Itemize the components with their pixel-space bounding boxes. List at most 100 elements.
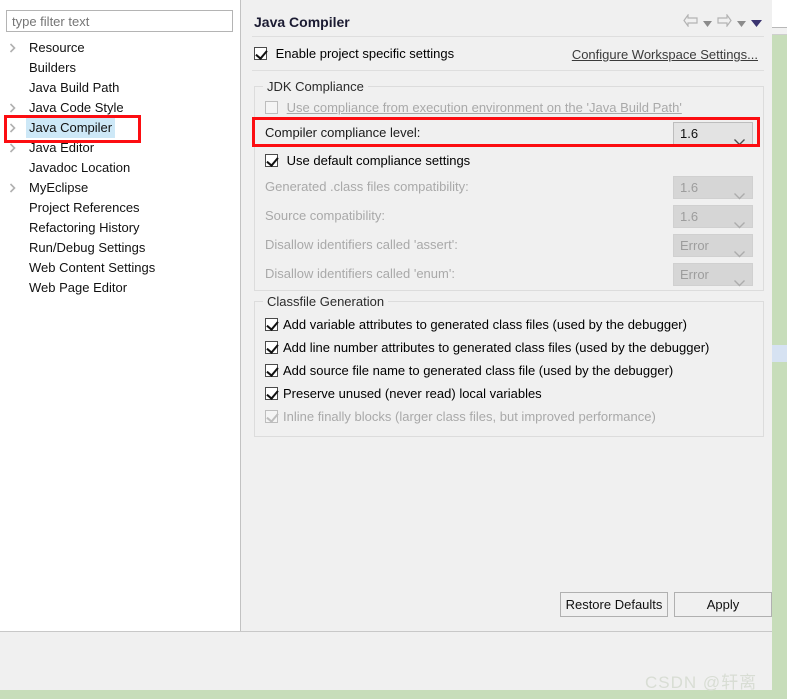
- jdk-detail-row: Source compatibility: 1.6: [265, 205, 753, 229]
- jdk-detail-row: Disallow identifiers called 'assert': Err…: [265, 234, 753, 258]
- jdk-detail-label: Disallow identifiers called 'assert':: [265, 237, 458, 252]
- back-dropdown-chevron-icon[interactable]: [703, 15, 712, 30]
- compiler-compliance-level-row: Compiler compliance level: 1.6: [265, 122, 753, 146]
- chevron-down-icon: [734, 131, 745, 152]
- classfile-option-label: Add source file name to generated class …: [283, 363, 674, 378]
- enable-row-divider: [252, 70, 764, 71]
- classfile-option-row: Add source file name to generated class …: [265, 361, 673, 380]
- java-build-path-link[interactable]: 'Java Build Path': [587, 100, 682, 115]
- enable-project-specific-row: Enable project specific settings Configu…: [254, 46, 764, 66]
- jdk-detail-combo[interactable]: Error: [673, 263, 753, 287]
- sidebar-item-label: Java Code Style: [29, 100, 124, 115]
- sidebar-item-myeclipse[interactable]: MyEclipse: [0, 178, 241, 198]
- jdk-detail-label: Generated .class files compatibility:: [265, 179, 469, 194]
- sidebar-item-javadoc-location[interactable]: Javadoc Location: [0, 158, 241, 178]
- jdk-compliance-group-title: JDK Compliance: [263, 79, 368, 94]
- watermark: CSDN @轩离: [645, 673, 758, 692]
- sidebar-item-label: Web Page Editor: [29, 280, 128, 295]
- configure-workspace-settings-link[interactable]: Configure Workspace Settings...: [572, 47, 758, 62]
- use-execution-environment-checkbox[interactable]: [265, 101, 278, 114]
- chevron-right-icon[interactable]: [9, 183, 17, 193]
- restore-defaults-button[interactable]: Restore Defaults: [560, 592, 668, 617]
- sidebar-item-label: MyEclipse: [29, 180, 89, 195]
- sidebar-item-label: Web Content Settings: [29, 260, 156, 275]
- sidebar-item-refactoring-history[interactable]: Refactoring History: [0, 218, 241, 238]
- sidebar-item-label: Javadoc Location: [29, 160, 131, 175]
- header-divider: [252, 36, 764, 37]
- jdk-detail-combo[interactable]: Error: [673, 234, 753, 258]
- page-title: Java Compiler: [254, 14, 350, 30]
- chevron-right-icon[interactable]: [9, 123, 17, 133]
- jdk-detail-value: Error: [680, 267, 709, 282]
- sidebar-item-label: Project References: [29, 200, 140, 215]
- page-menu-chevron-icon[interactable]: [751, 15, 762, 30]
- back-arrow-icon[interactable]: [683, 13, 698, 30]
- sidebar-item-project-references[interactable]: Project References: [0, 198, 241, 218]
- sidebar-item-run-debug-settings[interactable]: Run/Debug Settings: [0, 238, 241, 258]
- classfile-option-row: Add line number attributes to generated …: [265, 338, 709, 357]
- background-scrollbar-thumb[interactable]: [772, 345, 787, 362]
- sidebar-item-label: Resource: [29, 40, 85, 55]
- sidebar-item-java-editor[interactable]: Java Editor: [0, 138, 241, 158]
- jdk-detail-row: Disallow identifiers called 'enum': Error: [265, 263, 753, 287]
- classfile-option-row: Add variable attributes to generated cla…: [265, 315, 687, 334]
- forward-dropdown-chevron-icon[interactable]: [737, 15, 746, 30]
- sidebar-item-web-content-settings[interactable]: Web Content Settings: [0, 258, 241, 278]
- chevron-right-icon[interactable]: [9, 143, 17, 153]
- chevron-down-icon: [734, 185, 745, 206]
- classfile-generation-group-title: Classfile Generation: [263, 294, 389, 309]
- preferences-tree-panel: Resource Builders Java Build Path Java Code…: [0, 0, 241, 631]
- page-navigation-controls: [683, 13, 762, 30]
- page-header: Java Compiler: [242, 0, 772, 36]
- jdk-detail-combo[interactable]: 1.6: [673, 205, 753, 229]
- jdk-detail-combo[interactable]: 1.6: [673, 176, 753, 200]
- preferences-dialog: Resource Builders Java Build Path Java Code…: [0, 0, 772, 690]
- classfile-option-label: Add line number attributes to generated …: [283, 340, 710, 355]
- classfile-option-checkbox[interactable]: [265, 341, 278, 354]
- classfile-option-checkbox[interactable]: [265, 410, 278, 423]
- chevron-right-icon[interactable]: [9, 103, 17, 113]
- classfile-option-row: Inline finally blocks (larger class file…: [265, 407, 656, 426]
- jdk-detail-label: Disallow identifiers called 'enum':: [265, 266, 455, 281]
- use-execution-environment-label-text: Use compliance from execution environmen…: [286, 100, 587, 115]
- sidebar-item-label: Run/Debug Settings: [29, 240, 146, 255]
- use-default-compliance-label: Use default compliance settings: [286, 153, 471, 168]
- chevron-down-icon: [734, 272, 745, 293]
- enable-project-specific-label: Enable project specific settings: [275, 46, 455, 61]
- classfile-generation-group: Classfile Generation Add variable attrib…: [254, 294, 764, 437]
- compiler-compliance-level-label: Compiler compliance level:: [265, 125, 421, 140]
- preferences-tree: Resource Builders Java Build Path Java Code…: [0, 38, 241, 298]
- compiler-compliance-level-value: 1.6: [680, 126, 699, 141]
- jdk-detail-value: Error: [680, 238, 709, 253]
- sidebar-item-label: Refactoring History: [29, 220, 140, 235]
- sidebar-item-builders[interactable]: Builders: [0, 58, 241, 78]
- jdk-detail-label: Source compatibility:: [265, 208, 385, 223]
- filter-input[interactable]: [6, 10, 233, 32]
- apply-button[interactable]: Apply: [674, 592, 772, 617]
- use-execution-environment-label: Use compliance from execution environmen…: [287, 100, 682, 115]
- sidebar-item-web-page-editor[interactable]: Web Page Editor: [0, 278, 241, 298]
- classfile-option-label: Preserve unused (never read) local varia…: [283, 386, 542, 401]
- use-execution-environment-row: Use compliance from execution environmen…: [265, 98, 682, 117]
- sidebar-item-label: Builders: [29, 60, 76, 75]
- jdk-compliance-group: JDK Compliance Use compliance from execu…: [254, 79, 764, 291]
- compiler-compliance-level-combo[interactable]: 1.6: [673, 122, 753, 146]
- sidebar-item-java-compiler[interactable]: Java Compiler: [0, 118, 241, 138]
- java-compiler-page: Java Compiler Enable project specific se…: [242, 0, 772, 631]
- sidebar-item-java-build-path[interactable]: Java Build Path: [0, 78, 241, 98]
- jdk-detail-value: 1.6: [680, 180, 699, 195]
- classfile-option-label: Add variable attributes to generated cla…: [283, 317, 687, 332]
- forward-arrow-icon[interactable]: [717, 13, 732, 30]
- classfile-option-checkbox[interactable]: [265, 364, 278, 377]
- sidebar-item-label: Java Compiler: [26, 118, 116, 138]
- classfile-option-checkbox[interactable]: [265, 387, 278, 400]
- use-default-compliance-checkbox[interactable]: [265, 154, 278, 167]
- sidebar-item-java-code-style[interactable]: Java Code Style: [0, 98, 241, 118]
- classfile-option-row: Preserve unused (never read) local varia…: [265, 384, 542, 403]
- enable-project-specific-checkbox[interactable]: [254, 47, 267, 60]
- classfile-option-label: Inline finally blocks (larger class file…: [283, 409, 656, 424]
- classfile-option-checkbox[interactable]: [265, 318, 278, 331]
- sidebar-item-resource[interactable]: Resource: [0, 38, 241, 58]
- chevron-right-icon[interactable]: [9, 43, 17, 53]
- sidebar-item-label: Java Build Path: [29, 80, 120, 95]
